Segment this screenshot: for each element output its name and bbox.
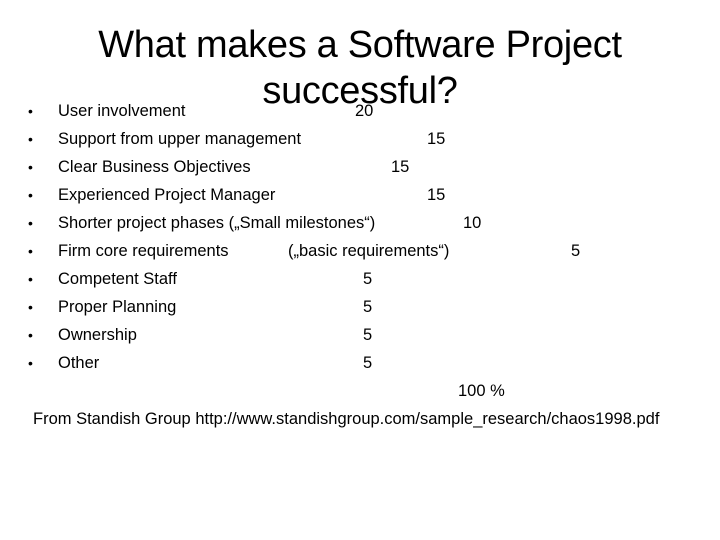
list-item: • Firm core requirements („basic require… — [0, 239, 720, 263]
factor-label: Competent Staff — [58, 270, 177, 288]
list-item: • Other 5 — [0, 351, 720, 375]
factor-label: Experienced Project Manager — [58, 186, 276, 204]
factor-note: („basic requirements“) — [288, 242, 450, 260]
factor-value: 5 — [363, 270, 373, 288]
list-item: • Clear Business Objectives 15 — [0, 155, 720, 179]
factor-value: 5 — [363, 326, 373, 344]
list-item: • Proper Planning 5 — [0, 295, 720, 319]
factor-value: 15 — [427, 186, 446, 204]
list-item: • Support from upper management 15 — [0, 127, 720, 151]
bullet-icon: • — [28, 271, 33, 287]
success-factors-list: • User involvement 20 • Support from upp… — [0, 0, 720, 540]
factor-label: Firm core requirements — [58, 242, 229, 260]
list-item: • Ownership 5 — [0, 323, 720, 347]
factor-label: Proper Planning — [58, 298, 177, 316]
factor-value: 5 — [363, 354, 373, 372]
bullet-icon: • — [28, 299, 33, 315]
factor-label: User involvement — [58, 102, 186, 120]
factor-value: 20 — [355, 102, 374, 120]
bullet-icon: • — [28, 243, 33, 259]
list-item: • Experienced Project Manager 15 — [0, 183, 720, 207]
factor-value: 5 — [363, 298, 373, 316]
bullet-icon: • — [28, 187, 33, 203]
list-item: • User involvement 20 — [0, 99, 720, 123]
factor-label: Other — [58, 354, 100, 372]
bullet-icon: • — [28, 327, 33, 343]
factor-value: 5 — [571, 242, 581, 260]
factor-label: Shorter project phases („Small milestone… — [58, 214, 376, 232]
bullet-icon: • — [28, 159, 33, 175]
factor-value: 15 — [427, 130, 446, 148]
factor-value: 10 — [463, 214, 482, 232]
bullet-icon: • — [28, 131, 33, 147]
factor-label: Support from upper management — [58, 130, 302, 148]
list-item: • Shorter project phases („Small milesto… — [0, 211, 720, 235]
factor-label: Clear Business Objectives — [58, 158, 251, 176]
bullet-icon: • — [28, 103, 33, 119]
factor-label: Ownership — [58, 326, 137, 344]
bullet-icon: • — [28, 215, 33, 231]
bullet-icon: • — [28, 355, 33, 371]
factor-value: 15 — [391, 158, 410, 176]
list-item: • Competent Staff 5 — [0, 267, 720, 291]
